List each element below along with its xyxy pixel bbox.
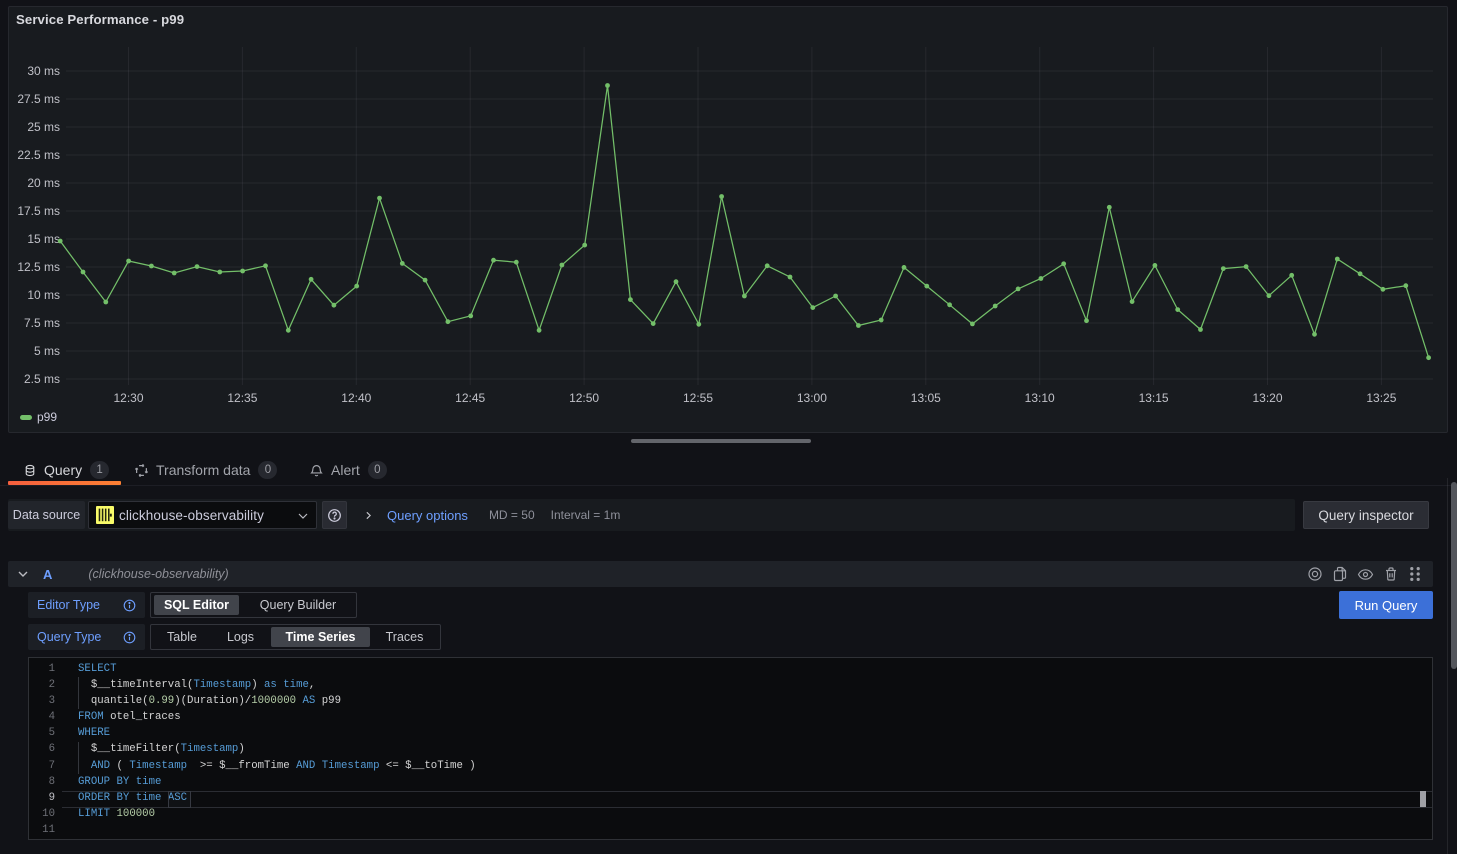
svg-text:13:20: 13:20 [1252,391,1282,405]
svg-text:22.5 ms: 22.5 ms [17,148,60,162]
svg-text:12:40: 12:40 [341,391,371,405]
svg-text:12:30: 12:30 [113,391,143,405]
svg-text:p99: p99 [37,410,57,424]
svg-text:20 ms: 20 ms [27,176,60,190]
svg-text:7.5 ms: 7.5 ms [24,316,60,330]
svg-text:12:45: 12:45 [455,391,485,405]
svg-text:12.5 ms: 12.5 ms [17,260,60,274]
svg-text:30 ms: 30 ms [27,64,60,78]
svg-text:13:15: 13:15 [1139,391,1169,405]
svg-text:5 ms: 5 ms [34,344,60,358]
svg-text:12:35: 12:35 [227,391,257,405]
svg-text:2.5 ms: 2.5 ms [24,372,60,386]
svg-text:27.5 ms: 27.5 ms [17,92,60,106]
svg-text:13:00: 13:00 [797,391,827,405]
svg-text:13:05: 13:05 [911,391,941,405]
svg-text:17.5 ms: 17.5 ms [17,204,60,218]
svg-text:15 ms: 15 ms [27,232,60,246]
svg-text:25 ms: 25 ms [27,120,60,134]
svg-text:13:10: 13:10 [1025,391,1055,405]
svg-text:10 ms: 10 ms [27,288,60,302]
svg-text:12:50: 12:50 [569,391,599,405]
svg-text:13:25: 13:25 [1366,391,1396,405]
svg-text:12:55: 12:55 [683,391,713,405]
